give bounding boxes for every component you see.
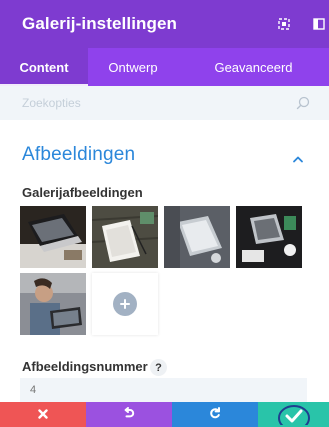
image-number-label: Afbeeldingsnummer [22, 359, 148, 374]
search-input[interactable] [22, 96, 282, 110]
help-icon[interactable]: ? [150, 359, 167, 376]
gallery-label: Galerijafbeeldingen [22, 185, 143, 200]
gallery-thumbnail[interactable] [236, 206, 302, 268]
gallery-thumbnail[interactable] [20, 206, 86, 268]
search-icon[interactable] [296, 96, 310, 110]
gallery-thumbnail[interactable] [20, 273, 86, 335]
tab-content[interactable]: Content [0, 48, 88, 86]
expand-icon[interactable] [277, 17, 291, 31]
split-view-icon[interactable] [312, 17, 326, 31]
chevron-up-icon[interactable] [292, 150, 304, 163]
check-icon [277, 400, 311, 427]
undo-icon [123, 406, 135, 424]
gallery-thumbnail[interactable] [92, 206, 158, 268]
save-button[interactable] [258, 402, 329, 427]
modal-title: Galerij-instellingen [22, 14, 178, 33]
tab-design[interactable]: Ontwerp [88, 48, 178, 86]
tab-advanced[interactable]: Geavanceerd [178, 48, 329, 86]
undo-button[interactable] [86, 402, 172, 427]
modal-header: Galerij-instellingen [0, 0, 329, 48]
section-title[interactable]: Afbeeldingen [22, 144, 135, 166]
add-image-button[interactable] [92, 273, 158, 335]
close-icon [38, 406, 48, 424]
discard-button[interactable] [0, 402, 86, 427]
plus-icon [113, 292, 137, 316]
tab-bar: Content Ontwerp Geavanceerd [0, 48, 329, 86]
search-bar [0, 86, 329, 120]
redo-icon [209, 406, 221, 424]
gallery-thumbnail[interactable] [164, 206, 230, 268]
redo-button[interactable] [172, 402, 258, 427]
modal-footer [0, 402, 329, 427]
image-number-input[interactable] [20, 378, 307, 402]
